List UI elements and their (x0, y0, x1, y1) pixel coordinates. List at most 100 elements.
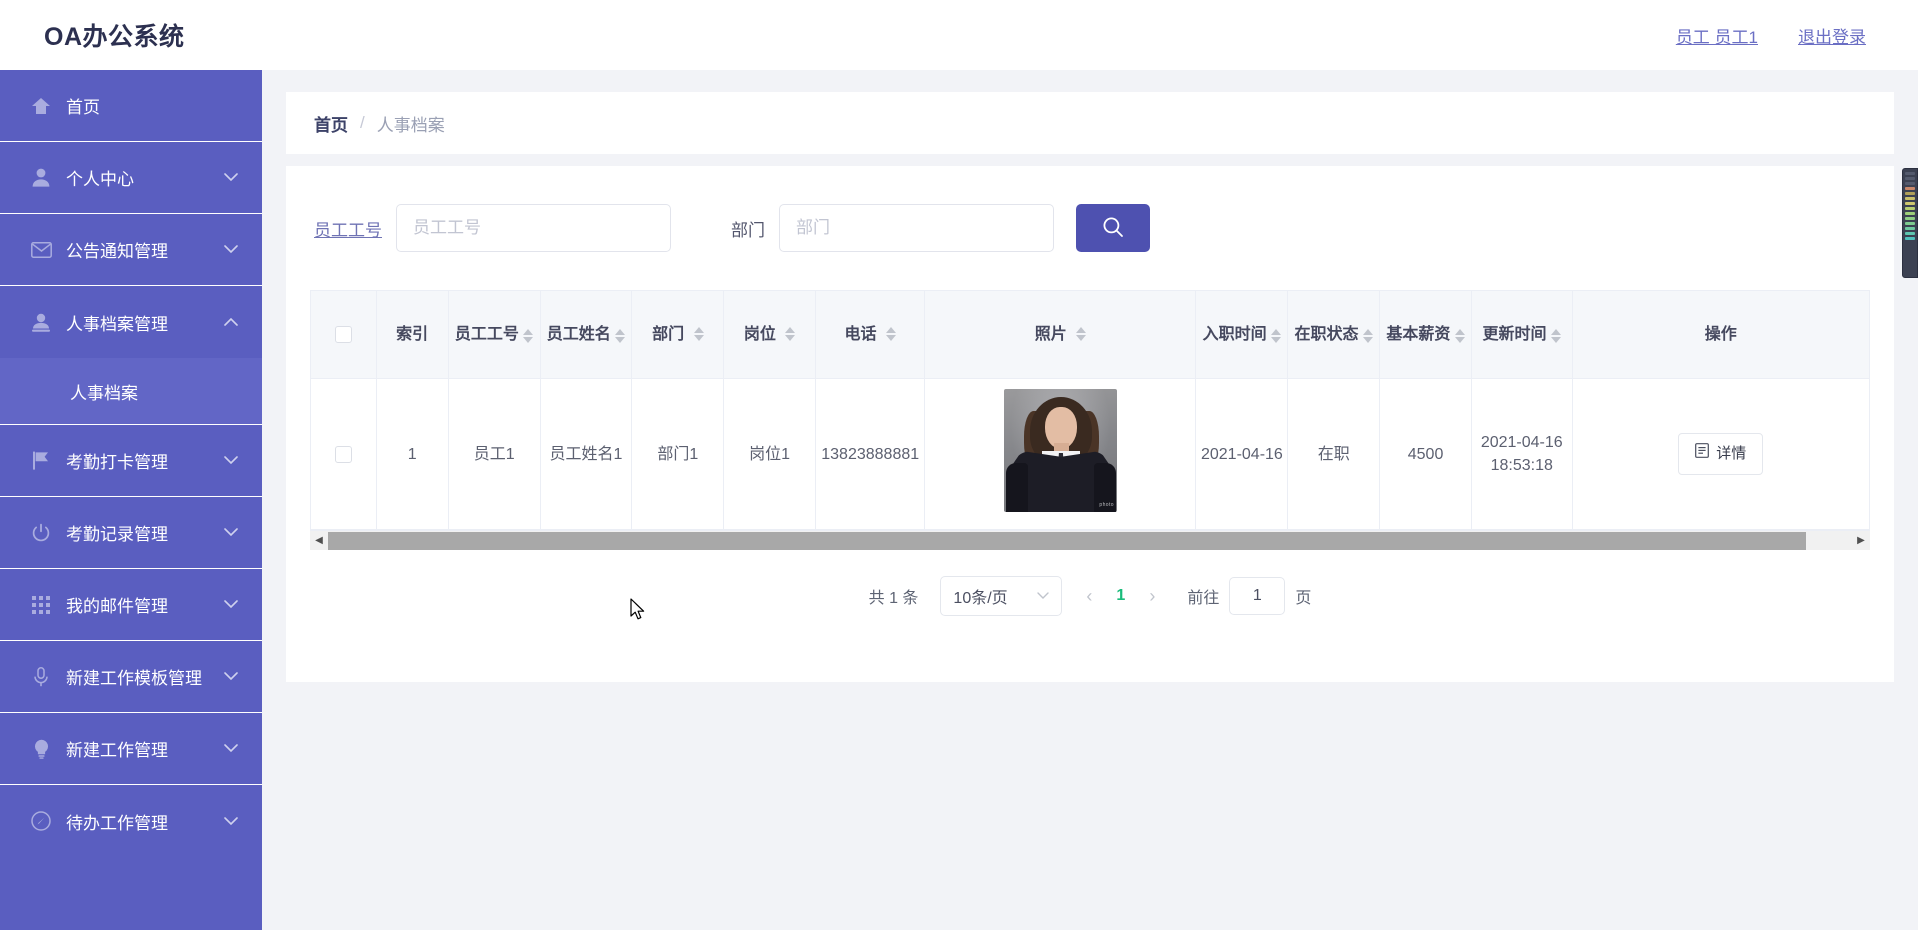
th-employee-no[interactable]: 员工工号 (448, 290, 541, 379)
sort-icon[interactable] (1271, 328, 1282, 343)
sort-icon[interactable] (885, 327, 896, 342)
select-all-checkbox[interactable] (334, 325, 352, 343)
sidebar-item-home[interactable]: 首页 (0, 70, 262, 142)
sidebar-nav[interactable]: 首页 个人中心 公告通知管理 人事档案管理 人事档案 考勤打卡管理 考勤记录管理… (0, 70, 262, 930)
department-input[interactable] (779, 204, 1054, 252)
sidebar-item-todo-work-management[interactable]: 待办工作管理 (0, 785, 262, 857)
th-label-photo: 照片 (1034, 325, 1067, 343)
grid-icon (28, 594, 54, 616)
cell-actions[interactable]: 详情 (1572, 378, 1871, 531)
minimap-scrollbar[interactable] (1902, 168, 1918, 278)
app-brand-title: OA办公系统 (44, 23, 185, 51)
table-horizontal-scrollbar[interactable]: ◀ ▶ (310, 530, 1870, 551)
table-row[interactable]: 1 员工1 员工姓名1 部门1 岗位1 13823888881 photo 20… (310, 378, 1871, 531)
chevron-down-icon (224, 526, 238, 540)
sidebar-item-notice-management[interactable]: 公告通知管理 (0, 214, 262, 286)
cell-select[interactable] (310, 378, 377, 531)
cell-hire-date: 2021-04-16 (1195, 378, 1289, 531)
sidebar-item-attendance-record-management[interactable]: 考勤记录管理 (0, 497, 262, 569)
sidebar-item-personal-center[interactable]: 个人中心 (0, 142, 262, 214)
sidebar-item-label-work-template-management: 新建工作模板管理 (66, 669, 202, 688)
th-phone[interactable]: 电话 (815, 290, 926, 379)
sort-icon[interactable] (1076, 327, 1087, 342)
sort-icon[interactable] (523, 328, 534, 343)
th-salary[interactable]: 基本薪资 (1379, 290, 1472, 379)
sort-icon[interactable] (1362, 328, 1373, 343)
th-photo[interactable]: 照片 (924, 290, 1197, 379)
breadcrumb-separator: / (360, 113, 365, 132)
th-actions: 操作 (1572, 290, 1871, 379)
sidebar-subitem-hr-archive[interactable]: 人事档案 (0, 358, 262, 424)
sidebar-item-label-attendance-punch-management: 考勤打卡管理 (66, 453, 168, 472)
current-user-link[interactable]: 员工 员工1 (1676, 23, 1758, 48)
scrollbar-track[interactable] (328, 531, 1852, 550)
table-header-row: 索引 员工工号 员工姓名 部门 岗位 电话 照片 入职时间 在职状态 基本薪资 … (310, 290, 1871, 379)
header-right-links: 员工 员工1 退出登录 (1676, 23, 1866, 48)
sort-icon[interactable] (1550, 328, 1561, 343)
th-label-phone: 电话 (844, 325, 877, 343)
pagination-current-page[interactable]: 1 (1116, 587, 1125, 605)
triangle-left-icon[interactable]: ◀ (310, 531, 328, 550)
breadcrumb: 首页 / 人事档案 (286, 92, 1894, 154)
th-hire-date[interactable]: 入职时间 (1195, 290, 1289, 379)
th-department[interactable]: 部门 (631, 290, 725, 379)
sidebar-item-my-mail-management[interactable]: 我的邮件管理 (0, 569, 262, 641)
th-label-department: 部门 (652, 325, 685, 343)
microphone-icon (28, 666, 54, 688)
th-status[interactable]: 在职状态 (1287, 290, 1381, 379)
chevron-down-icon (224, 670, 238, 684)
th-updated-at[interactable]: 更新时间 (1471, 290, 1573, 379)
cell-department: 部门1 (631, 378, 725, 531)
sidebar-item-label-todo-work-management: 待办工作管理 (66, 813, 168, 833)
hr-archive-panel: 员工工号 部门 (286, 166, 1894, 682)
sort-icon[interactable] (785, 327, 796, 342)
th-label-updated-at: 更新时间 (1482, 325, 1547, 343)
detail-button-label: 详情 (1716, 445, 1747, 463)
user-icon (28, 167, 54, 189)
chevron-up-icon (224, 315, 238, 329)
search-icon (1102, 216, 1124, 241)
th-employee-name[interactable]: 员工姓名 (540, 290, 633, 379)
sort-icon[interactable] (1454, 328, 1465, 343)
th-select-all[interactable] (310, 290, 377, 379)
cell-employee-name: 员工姓名1 (540, 378, 633, 531)
employee-no-input[interactable] (396, 204, 671, 252)
sidebar-item-work-template-management[interactable]: 新建工作模板管理 (0, 641, 262, 713)
pagination-total: 共 1 条 (868, 590, 919, 608)
cell-salary: 4500 (1379, 378, 1472, 531)
sidebar-item-new-work-management[interactable]: 新建工作管理 (0, 713, 262, 785)
th-position[interactable]: 岗位 (723, 290, 817, 379)
scrollbar-thumb[interactable] (328, 531, 1807, 550)
main-content: 首页 / 人事档案 员工工号 部门 (262, 70, 1918, 930)
breadcrumb-current: 人事档案 (376, 115, 445, 135)
clock-icon (28, 810, 54, 832)
bulb-icon (28, 738, 54, 760)
sort-icon[interactable] (615, 328, 626, 343)
detail-button[interactable]: 详情 (1678, 433, 1764, 475)
chevron-left-icon[interactable]: ‹ (1080, 586, 1098, 607)
sidebar-item-hr-archive-management[interactable]: 人事档案管理 (0, 286, 262, 358)
sort-icon[interactable] (693, 327, 704, 342)
row-checkbox[interactable] (334, 445, 352, 463)
chevron-down-icon (1037, 589, 1050, 603)
page-size-select[interactable]: 10条/页 (940, 576, 1063, 617)
user-card-icon (28, 311, 54, 333)
th-label-position: 岗位 (743, 325, 776, 343)
department-label: 部门 (731, 220, 765, 240)
jump-page-input[interactable] (1229, 577, 1286, 616)
employee-photo[interactable]: photo (1003, 389, 1117, 512)
chevron-down-icon (224, 171, 238, 185)
triangle-right-icon[interactable]: ▶ (1852, 531, 1870, 550)
logout-link[interactable]: 退出登录 (1798, 23, 1866, 48)
sidebar-item-attendance-punch-management[interactable]: 考勤打卡管理 (0, 425, 262, 497)
chevron-right-icon[interactable]: › (1143, 586, 1161, 607)
sidebar-item-label-hr-archive-management: 人事档案管理 (66, 314, 168, 334)
cell-photo[interactable]: photo (924, 378, 1197, 531)
sidebar-item-label-personal-center: 个人中心 (66, 170, 134, 189)
breadcrumb-home[interactable]: 首页 (314, 111, 348, 136)
th-index: 索引 (376, 290, 449, 379)
hr-archive-table: 索引 员工工号 员工姓名 部门 岗位 电话 照片 入职时间 在职状态 基本薪资 … (310, 290, 1871, 531)
sidebar-item-label-new-work-management: 新建工作管理 (66, 741, 168, 760)
chevron-down-icon (224, 598, 238, 612)
search-button[interactable] (1076, 204, 1150, 252)
